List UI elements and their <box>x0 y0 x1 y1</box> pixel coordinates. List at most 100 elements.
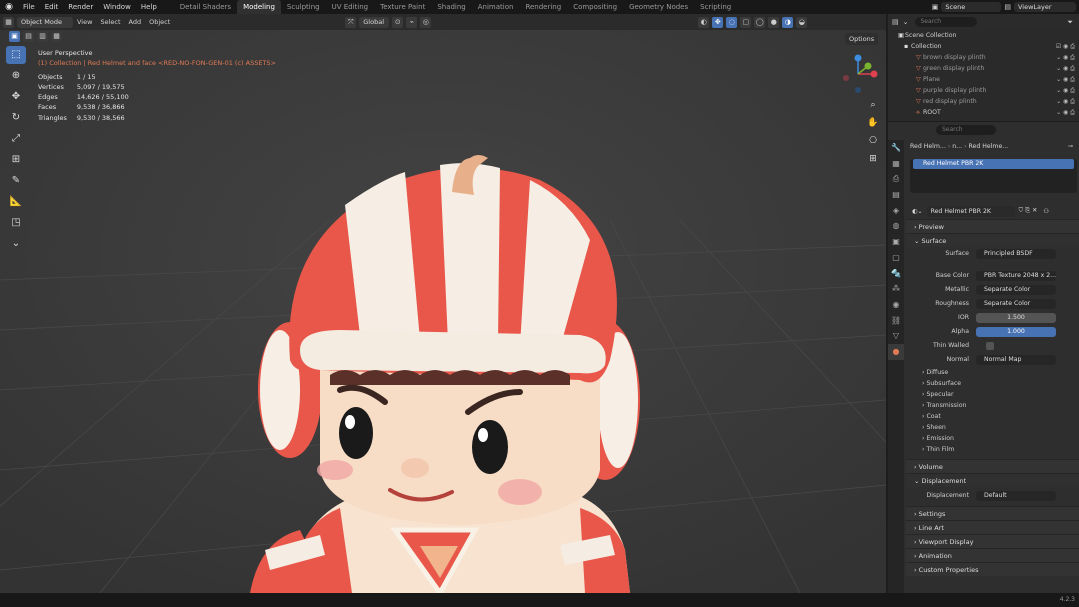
list-item[interactable]: ▽ Plane ⌄ ◉ ⎙ <box>888 74 1079 85</box>
custom-properties-panel[interactable]: › Custom Properties <box>906 562 1079 576</box>
world-tab-icon[interactable]: ◍ <box>888 218 904 234</box>
list-item[interactable]: ▽ brown display plinth ⌄ ◉ ⎙ <box>888 52 1079 63</box>
menu-help[interactable]: Help <box>136 0 162 14</box>
displacement-panel[interactable]: ⌄ Displacement <box>906 473 1079 487</box>
surface-panel[interactable]: ⌄ Surface <box>906 233 1079 247</box>
tab-scripting[interactable]: Scripting <box>694 0 737 14</box>
material-browse-icon[interactable]: ◐⌄ <box>912 208 923 215</box>
constraints-tab-icon[interactable]: ⛓ <box>888 313 904 329</box>
object-tab-icon[interactable]: ▢ <box>888 250 904 266</box>
tab-uv-editing[interactable]: UV Editing <box>326 0 375 14</box>
gizmo-toggle-icon[interactable]: ✥ <box>712 16 724 28</box>
add-cube-tool-icon[interactable]: ◳ <box>6 214 26 232</box>
grid-view-icon[interactable]: ⊞ <box>866 152 880 166</box>
pin-icon[interactable]: ⊸ <box>1068 138 1073 156</box>
line-art-panel[interactable]: › Line Art <box>906 520 1079 534</box>
subpanel-thin-film[interactable]: › Thin Film <box>906 444 1079 455</box>
thin-walled-checkbox[interactable] <box>986 342 994 350</box>
outliner-type-icon[interactable]: ▤ <box>892 18 899 26</box>
properties-search[interactable]: Search <box>936 125 996 135</box>
blender-logo-icon[interactable]: ◉ <box>4 2 14 12</box>
outliner-filter-icon[interactable]: ⏷ <box>1067 18 1073 27</box>
subpanel-coat[interactable]: › Coat <box>906 411 1079 422</box>
volume-panel[interactable]: › Volume <box>906 459 1079 473</box>
material-name-field[interactable]: Red Helmet PBR 2K <box>926 205 1015 217</box>
overlay-toggle-icon[interactable]: ◌ <box>726 16 738 28</box>
base-color-field[interactable]: PBR Texture 2048 x 2... <box>976 271 1056 281</box>
visibility-icon[interactable]: ⌄ ◉ ⎙ <box>1056 107 1075 118</box>
move-tool-icon[interactable]: ✥ <box>6 88 26 106</box>
pivot-icon[interactable]: ⊙ <box>392 16 404 28</box>
tab-shading[interactable]: Shading <box>431 0 471 14</box>
subpanel-transmission[interactable]: › Transmission <box>906 400 1079 411</box>
visibility-icon[interactable]: ⌄ ◉ ⎙ <box>1056 52 1075 63</box>
extra-tool-icon[interactable]: ⌄ <box>6 235 26 253</box>
tab-rendering[interactable]: Rendering <box>519 0 567 14</box>
settings-panel[interactable]: › Settings <box>906 506 1079 520</box>
list-item[interactable]: ⟡ ROOT ⌄ ◉ ⎙ <box>888 107 1079 118</box>
normal-field[interactable]: Normal Map <box>976 355 1056 365</box>
tab-geometry-nodes[interactable]: Geometry Nodes <box>623 0 694 14</box>
fake-user-icon[interactable]: ⛉ ⎘ ✕ <box>1019 207 1038 215</box>
shading-material-icon[interactable]: ◑ <box>782 16 794 28</box>
visibility-icon[interactable]: ⌄ ◉ ⎙ <box>1056 85 1075 96</box>
surface-shader-field[interactable]: Principled BSDF <box>976 249 1056 259</box>
menu-file[interactable]: File <box>18 0 40 14</box>
displacement-field[interactable]: Default <box>976 491 1056 501</box>
ior-field[interactable]: 1.500 <box>976 313 1056 323</box>
menu-window[interactable]: Window <box>98 0 136 14</box>
tab-compositing[interactable]: Compositing <box>567 0 623 14</box>
scene-tab-icon[interactable]: ◈ <box>888 203 904 219</box>
orientation-selector[interactable]: Global <box>359 16 390 28</box>
visibility-icon[interactable]: ⌄ ◉ ⎙ <box>1056 74 1075 85</box>
menu-add[interactable]: Add <box>125 14 146 30</box>
data-tab-icon[interactable]: ▽ <box>888 328 904 344</box>
filter-icon[interactable]: ⌄ <box>903 18 909 26</box>
menu-select[interactable]: Select <box>96 14 124 30</box>
view-layer-tab-icon[interactable]: ▤ <box>888 187 904 203</box>
modifier-tab-icon[interactable]: 🔩 <box>888 266 904 282</box>
material-slot[interactable]: Red Helmet PBR 2K <box>913 159 1074 169</box>
view-layer-selector[interactable]: ViewLayer <box>1014 2 1076 12</box>
scene-icon[interactable]: ▣ <box>932 3 939 11</box>
zoom-icon[interactable]: ⌕ <box>866 98 880 112</box>
physics-tab-icon[interactable]: ◉ <box>888 297 904 313</box>
select-new-icon[interactable]: ▣ <box>9 31 20 42</box>
tab-animation[interactable]: Animation <box>472 0 520 14</box>
subpanel-sheen[interactable]: › Sheen <box>906 422 1079 433</box>
scene-selector[interactable]: Scene <box>941 2 1002 12</box>
scale-tool-icon[interactable]: ⤢ <box>6 130 26 148</box>
collection-row[interactable]: ▪ Collection ☑ ◉ ⎙ <box>888 41 1079 52</box>
shading-solid-icon[interactable]: ● <box>768 16 780 28</box>
orientation-icon[interactable]: ⤧ <box>345 16 357 28</box>
select-extend-icon[interactable]: ▤ <box>23 31 34 42</box>
menu-view[interactable]: View <box>73 14 96 30</box>
visibility-icon[interactable]: ⌄ ◉ ⎙ <box>1056 96 1075 107</box>
list-item[interactable]: ▽ red display plinth ⌄ ◉ ⎙ <box>888 96 1079 107</box>
list-item[interactable]: ▽ green display plinth ⌄ ◉ ⎙ <box>888 63 1079 74</box>
measure-tool-icon[interactable]: 📐 <box>6 193 26 211</box>
outliner-search[interactable]: Search <box>914 17 977 27</box>
snap-icon[interactable]: ⌁ <box>406 16 418 28</box>
xray-icon[interactable]: ▢ <box>740 16 752 28</box>
visibility-icon[interactable]: ◐ <box>698 16 710 28</box>
tab-modeling[interactable]: Modeling <box>237 0 281 14</box>
mode-selector[interactable]: Object Mode <box>17 16 73 28</box>
tab-detail-shaders[interactable]: Detail Shaders <box>174 0 237 14</box>
scene-collection-row[interactable]: ▣Scene Collection <box>888 30 1079 41</box>
subpanel-emission[interactable]: › Emission <box>906 433 1079 444</box>
menu-edit[interactable]: Edit <box>40 0 64 14</box>
navigation-gizmo[interactable] <box>836 52 880 96</box>
editor-type-icon[interactable]: ▦ <box>3 16 14 28</box>
cursor-tool-icon[interactable]: ⊕ <box>6 67 26 85</box>
metallic-field[interactable]: Separate Color <box>976 285 1056 295</box>
select-subtract-icon[interactable]: ▥ <box>37 31 48 42</box>
view-layer-icon[interactable]: ▤ <box>1004 3 1011 11</box>
tool-tab-icon[interactable]: 🔧 <box>888 140 904 156</box>
output-tab-icon[interactable]: ⎙ <box>888 171 904 187</box>
pan-hand-icon[interactable]: ✋ <box>866 116 880 130</box>
alpha-field[interactable]: 1.000 <box>976 327 1056 337</box>
proportional-edit-icon[interactable]: ◎ <box>420 16 432 28</box>
annotate-tool-icon[interactable]: ✎ <box>6 172 26 190</box>
node-icon[interactable]: ⚇ <box>1043 208 1049 215</box>
